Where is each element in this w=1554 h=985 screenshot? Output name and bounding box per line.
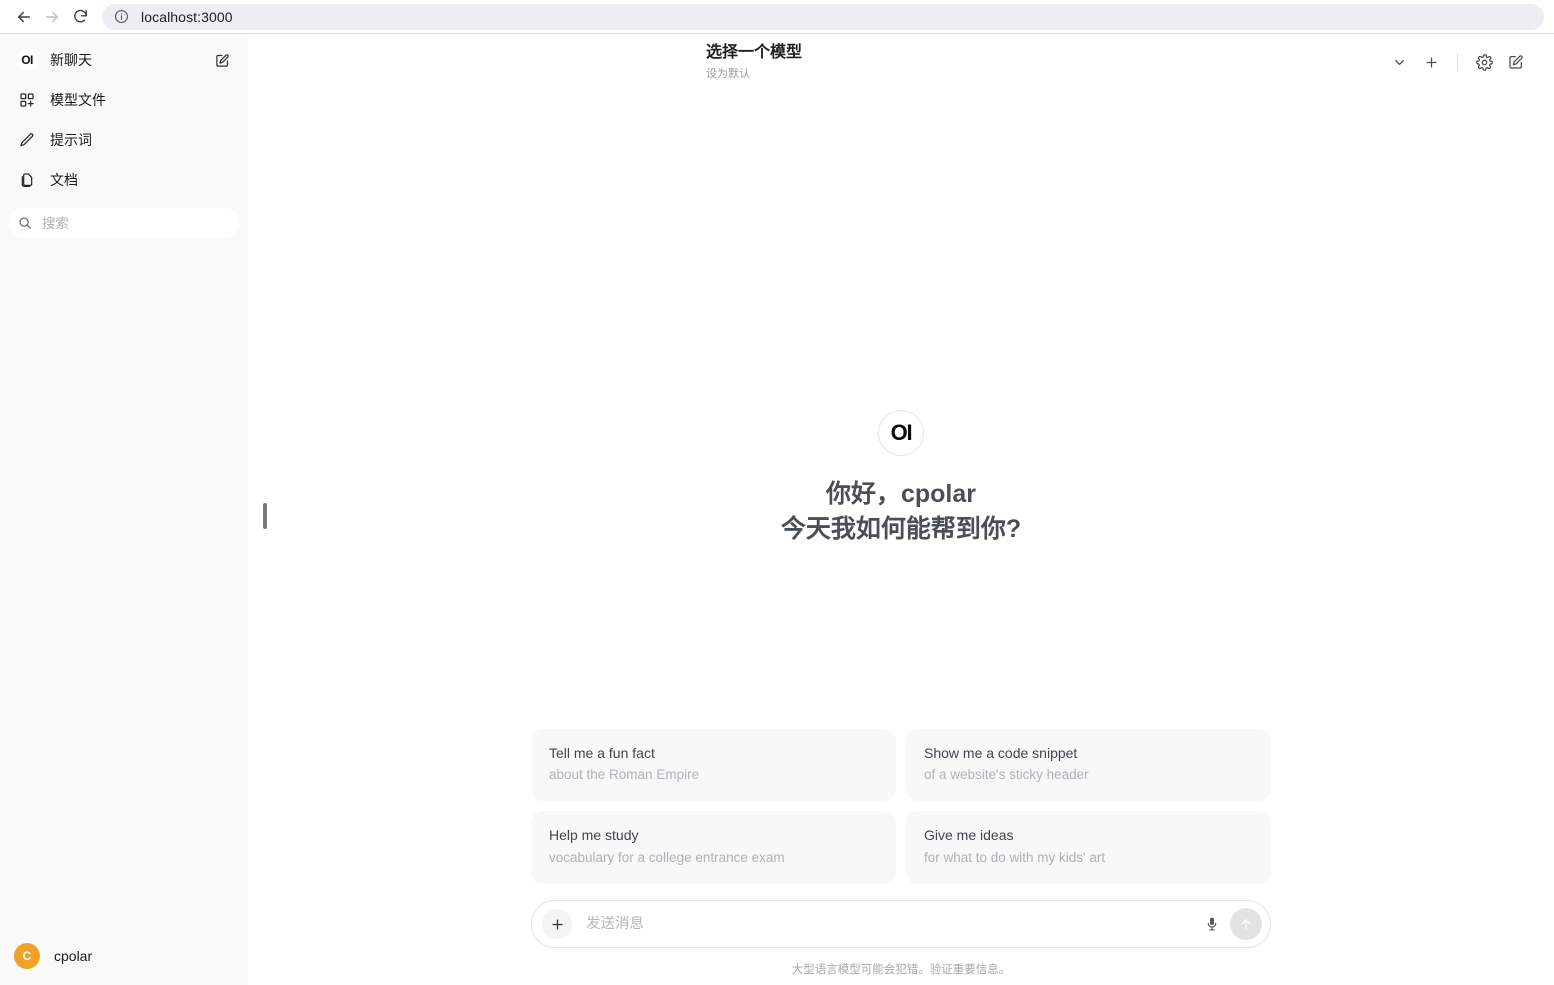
- sidebar-chat-list: [0, 238, 248, 933]
- browser-back-icon[interactable]: [10, 3, 38, 31]
- search-input[interactable]: [42, 215, 230, 231]
- attach-plus-icon[interactable]: [542, 909, 572, 939]
- sidebar-user-profile[interactable]: C cpolar: [0, 933, 248, 985]
- chevron-down-icon[interactable]: [1385, 48, 1413, 76]
- suggestion-subtitle: for what to do with my kids' art: [924, 849, 1106, 865]
- browser-address-bar[interactable]: localhost:3000: [102, 3, 1544, 30]
- sidebar-item-new-chat[interactable]: OI 新聊天: [8, 42, 240, 78]
- suggestion-title: Tell me a fun fact: [549, 744, 655, 761]
- modelfiles-grid-icon: [16, 89, 38, 111]
- sidebar-item-prompts[interactable]: 提示词: [8, 122, 240, 158]
- sidebar-item-label: 模型文件: [50, 92, 106, 108]
- compose-edit-icon[interactable]: [1502, 48, 1530, 76]
- sidebar-resize-handle[interactable]: [263, 503, 267, 529]
- llm-disclaimer: 大型语言模型可能会犯错。验证重要信息。: [791, 964, 1011, 976]
- suggestion-title: Show me a code snippet: [924, 744, 1078, 761]
- greeting-logo-icon: OI: [878, 410, 924, 456]
- sidebar-nav: OI 新聊天 模型文件 提示词 文档: [0, 34, 248, 202]
- suggestion-grid: Tell me a fun fact about the Roman Empir…: [531, 728, 1271, 884]
- search-icon: [18, 216, 32, 230]
- sidebar-item-modelfiles[interactable]: 模型文件: [8, 82, 240, 118]
- suggestion-card[interactable]: Show me a code snippet of a website's st…: [906, 728, 1271, 802]
- new-chat-edit-icon[interactable]: [212, 50, 232, 70]
- sidebar-user-name: cpolar: [54, 948, 93, 964]
- message-input[interactable]: [572, 916, 1198, 932]
- browser-toolbar: localhost:3000: [0, 0, 1554, 34]
- sidebar: OI 新聊天 模型文件 提示词 文档 搜索 C cpolar: [0, 34, 248, 985]
- message-composer: [531, 900, 1271, 948]
- sidebar-item-documents[interactable]: 文档: [8, 162, 240, 198]
- chat-header-actions: [1385, 48, 1530, 76]
- send-button[interactable]: [1230, 908, 1262, 940]
- composer-area: Tell me a fun fact about the Roman Empir…: [248, 728, 1554, 985]
- chat-main: 选择一个模型 设为默认 OI 你好，cpolar 今天我如何能帮到你? Tell…: [248, 34, 1554, 985]
- suggestion-subtitle: about the Roman Empire: [549, 767, 700, 783]
- sidebar-item-label: 提示词: [50, 132, 92, 148]
- suggestion-subtitle: of a website's sticky header: [924, 767, 1089, 783]
- plus-icon[interactable]: [1417, 48, 1445, 76]
- chat-header: 选择一个模型 设为默认: [248, 34, 1554, 90]
- site-info-icon[interactable]: [114, 9, 129, 24]
- suggestion-card[interactable]: Give me ideas for what to do with my kid…: [906, 811, 1271, 884]
- pencil-icon: [16, 129, 38, 151]
- model-selector-title: 选择一个模型: [706, 43, 803, 61]
- sidebar-search-wrap: [0, 202, 248, 238]
- suggestion-subtitle: vocabulary for a college entrance exam: [549, 849, 785, 865]
- suggestion-card[interactable]: Help me study vocabulary for a college e…: [531, 811, 896, 884]
- microphone-icon[interactable]: [1198, 910, 1226, 938]
- gear-icon[interactable]: [1470, 48, 1498, 76]
- greeting-line-2: 今天我如何能帮到你?: [780, 514, 1022, 543]
- openwebui-logo-icon: OI: [16, 49, 38, 71]
- browser-forward-icon[interactable]: [38, 3, 66, 31]
- page-body: OI 新聊天 模型文件 提示词 文档 搜索 C cpolar 选择一个模型 设为…: [0, 34, 1554, 985]
- header-divider: [1457, 53, 1458, 71]
- suggestion-title: Help me study: [549, 827, 639, 844]
- avatar: C: [14, 943, 40, 969]
- documents-icon: [16, 169, 38, 191]
- suggestion-title: Give me ideas: [924, 827, 1014, 844]
- suggestion-card[interactable]: Tell me a fun fact about the Roman Empir…: [531, 728, 896, 802]
- set-as-default-label[interactable]: 设为默认: [706, 65, 802, 81]
- sidebar-item-label: 文档: [50, 172, 78, 188]
- browser-reload-icon[interactable]: [66, 3, 94, 31]
- model-selector[interactable]: 选择一个模型 设为默认: [706, 43, 802, 81]
- app-root: localhost:3000 OI 新聊天 模型文件 提示词 文档 搜索 C c…: [0, 0, 1554, 985]
- sidebar-item-label: 新聊天: [50, 52, 92, 68]
- search-box[interactable]: [8, 208, 240, 238]
- address-bar-url: localhost:3000: [141, 8, 233, 25]
- greeting-line-1: 你好，cpolar: [825, 480, 977, 508]
